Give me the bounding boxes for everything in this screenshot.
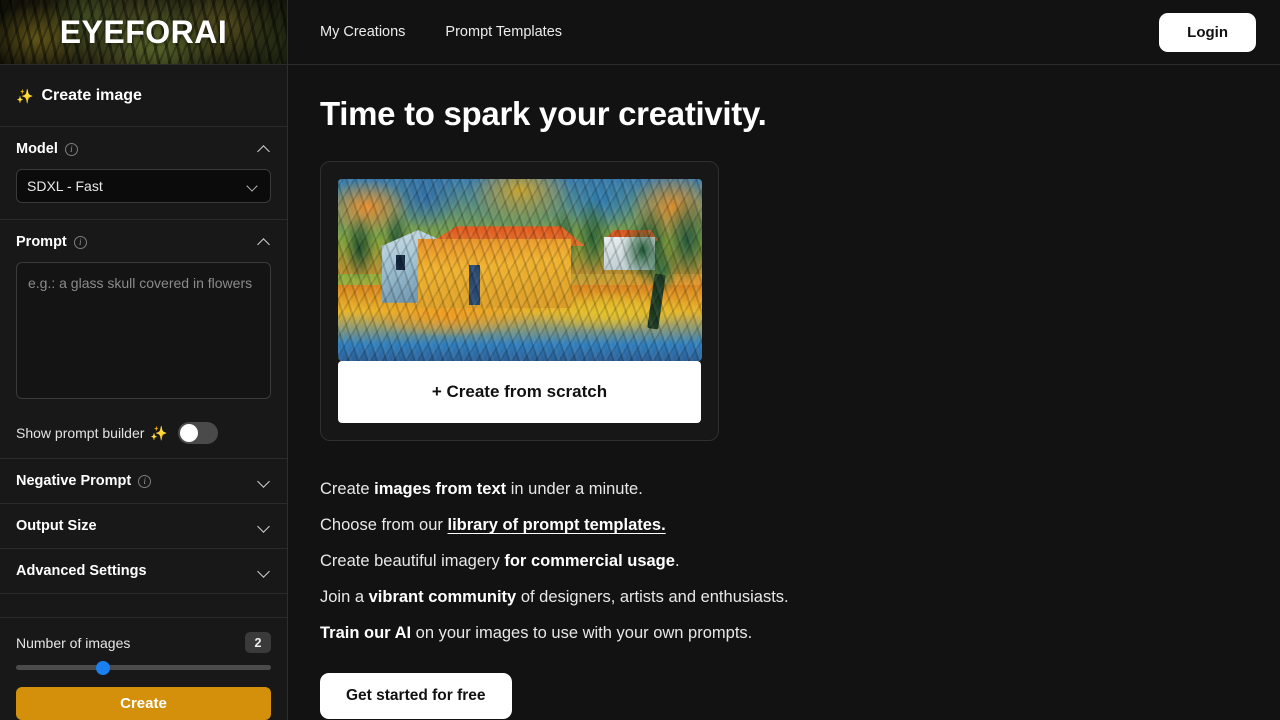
model-section-header[interactable]: Model i (0, 127, 287, 169)
number-of-images-slider[interactable] (0, 653, 287, 675)
info-icon[interactable]: i (64, 142, 78, 156)
feature-text-bold: Train our AI (320, 624, 412, 642)
info-icon[interactable]: i (138, 474, 152, 488)
app-root: EYEFORAI ✨ Create image Model i SDXL - F… (0, 0, 1280, 720)
negative-prompt-title: Negative Prompt (16, 473, 132, 489)
feature-text-pre: Choose from our (320, 516, 448, 534)
slider-track[interactable] (16, 660, 271, 675)
main-content: Time to spark your creativity. + Create … (288, 65, 1280, 719)
page-title: Time to spark your creativity. (320, 95, 767, 132)
output-size-section: Output Size (0, 504, 287, 549)
sidebar: EYEFORAI ✨ Create image Model i SDXL - F… (0, 0, 288, 720)
prompt-builder-label: Show prompt builder (16, 425, 145, 441)
prompt-builder-toggle[interactable] (177, 422, 218, 444)
chevron-up-icon[interactable] (257, 235, 271, 249)
info-icon[interactable]: i (73, 235, 87, 249)
logo-bar[interactable]: EYEFORAI (0, 0, 287, 65)
negative-prompt-section-header[interactable]: Negative Prompt i (0, 459, 287, 503)
create-image-header: ✨ Create image (0, 65, 287, 127)
nav-link-my-creations[interactable]: My Creations (320, 24, 405, 40)
feature-item: Create beautiful imagery for commercial … (320, 543, 1248, 579)
chevron-down-icon (246, 179, 260, 193)
feature-item: Create images from text in under a minut… (320, 471, 1248, 507)
feature-text-post: in under a minute. (506, 480, 643, 498)
sparkles-icon: ✨ (16, 87, 34, 104)
feature-text-pre: Create (320, 480, 375, 498)
output-size-title: Output Size (16, 518, 97, 534)
feature-text-post: on your images to use with your own prom… (411, 624, 753, 642)
output-size-section-header[interactable]: Output Size (0, 504, 287, 548)
sidebar-divider (0, 594, 287, 619)
get-started-button[interactable]: Get started for free (320, 673, 512, 719)
feature-item: Train our AI on your images to use with … (320, 615, 1248, 651)
create-button[interactable]: Create (16, 687, 271, 720)
advanced-settings-section-header[interactable]: Advanced Settings (0, 549, 287, 593)
model-section-title: Model (16, 141, 58, 157)
feature-item: Join a vibrant community of designers, a… (320, 579, 1248, 615)
feature-item: Choose from our library of prompt templa… (320, 507, 1248, 543)
create-image-label: Create image (41, 86, 142, 104)
feature-text-pre: Join a (320, 588, 369, 606)
nav-link-prompt-templates[interactable]: Prompt Templates (445, 24, 562, 40)
model-section-body: SDXL - Fast (0, 169, 287, 219)
chevron-down-icon[interactable] (257, 564, 271, 578)
artwork-thumbnail (338, 179, 702, 361)
feature-text-bold: for commercial usage (504, 552, 675, 570)
model-select[interactable]: SDXL - Fast (16, 169, 271, 203)
advanced-settings-title: Advanced Settings (16, 563, 147, 579)
create-from-scratch-label[interactable]: + Create from scratch (338, 361, 701, 423)
top-navigation-bar: My Creations Prompt Templates Login (288, 0, 1280, 65)
sparkles-icon: ✨ (150, 425, 168, 441)
feature-list: Create images from text in under a minut… (320, 471, 1248, 651)
model-select-value: SDXL - Fast (27, 178, 103, 194)
prompt-templates-link[interactable]: library of prompt templates. (447, 516, 665, 534)
advanced-settings-section: Advanced Settings (0, 549, 287, 594)
toggle-knob (179, 424, 198, 442)
prompt-section-header[interactable]: Prompt i (0, 220, 287, 262)
number-of-images-row: Number of images 2 (0, 618, 287, 654)
feature-text-post: . (674, 552, 680, 570)
prompt-section: Prompt i Show prompt builder ✨ (0, 220, 287, 459)
chevron-down-icon[interactable] (257, 474, 271, 488)
brand-logo-text: EYEFORAI (59, 13, 228, 50)
prompt-input[interactable] (16, 262, 271, 399)
slider-thumb[interactable] (95, 660, 110, 675)
feature-text-bold: images from text (374, 480, 507, 498)
feature-text-bold: vibrant community (368, 588, 517, 606)
create-from-scratch-card[interactable]: + Create from scratch (320, 161, 719, 441)
feature-text-pre: Create beautiful imagery (320, 552, 505, 570)
chevron-up-icon[interactable] (257, 142, 271, 156)
number-of-images-badge: 2 (245, 632, 271, 654)
number-of-images-label: Number of images (16, 634, 131, 651)
main-area: My Creations Prompt Templates Login Time… (288, 0, 1280, 720)
login-button[interactable]: Login (1159, 12, 1256, 52)
prompt-builder-row: Show prompt builder ✨ (0, 412, 287, 458)
prompt-section-body (0, 262, 287, 412)
feature-text-post: of designers, artists and enthusiasts. (516, 588, 789, 606)
negative-prompt-section: Negative Prompt i (0, 459, 287, 504)
prompt-section-title: Prompt (16, 234, 67, 250)
chevron-down-icon[interactable] (257, 519, 271, 533)
model-section: Model i SDXL - Fast (0, 127, 287, 220)
